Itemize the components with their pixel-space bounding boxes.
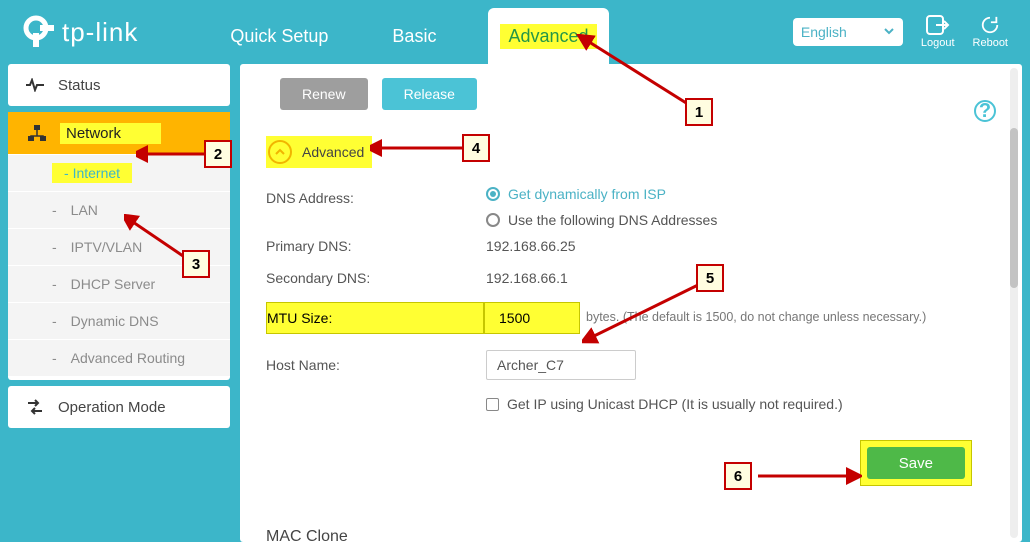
logout-icon — [926, 15, 950, 35]
toggle-label: Advanced — [302, 144, 364, 160]
field-label: Host Name: — [266, 357, 486, 373]
button-label: Save — [899, 455, 933, 472]
main-panel: ? Renew Release Advanced DNS Address: Ge… — [240, 64, 1022, 542]
reboot-icon — [979, 15, 1001, 35]
button-label: Release — [404, 86, 455, 102]
radio-dns-manual[interactable]: Use the following DNS Addresses — [486, 212, 996, 228]
tab-quick-setup[interactable]: Quick Setup — [218, 8, 340, 64]
language-value: English — [801, 24, 847, 40]
radio-label: Use the following DNS Addresses — [508, 212, 717, 228]
brand-text: tp-link — [62, 17, 138, 48]
sidebar-item-label: IPTV/VLAN — [71, 239, 143, 255]
release-button[interactable]: Release — [382, 78, 477, 110]
sidebar: Status Network - Internet - LAN - IPTV/V… — [8, 64, 230, 542]
pulse-icon — [26, 78, 44, 92]
sidebar-item-internet[interactable]: - Internet — [8, 155, 230, 191]
operation-mode-icon — [26, 399, 44, 415]
tab-basic[interactable]: Basic — [380, 8, 448, 64]
reboot-button[interactable]: Reboot — [973, 15, 1008, 49]
tab-label: Quick Setup — [230, 26, 328, 47]
collapse-up-icon — [268, 140, 292, 164]
radio-dns-dynamic[interactable]: Get dynamically from ISP — [486, 186, 996, 202]
icon-label: Reboot — [973, 37, 1008, 49]
radio-icon — [486, 187, 500, 201]
top-bar: tp-link Quick Setup Basic Advanced Engli… — [0, 0, 1030, 64]
tab-advanced[interactable]: Advanced — [488, 8, 608, 64]
radio-icon — [486, 213, 500, 227]
sidebar-item-label: Internet — [73, 165, 120, 181]
sidebar-item-dynamic-dns[interactable]: - Dynamic DNS — [8, 303, 230, 339]
chevron-down-icon — [883, 24, 895, 40]
field-value: 192.168.66.25 — [486, 238, 576, 254]
sidebar-item-label: Operation Mode — [58, 399, 166, 416]
field-label: DNS Address: — [266, 190, 486, 206]
sidebar-item-label: Network — [60, 123, 161, 144]
scrollbar[interactable] — [1010, 68, 1018, 538]
radio-label: Get dynamically from ISP — [508, 186, 666, 202]
field-note: bytes. (The default is 1500, do not chan… — [586, 310, 926, 326]
field-label: Primary DNS: — [266, 238, 486, 254]
logout-button[interactable]: Logout — [921, 15, 955, 49]
sidebar-item-label: Dynamic DNS — [71, 313, 159, 329]
hostname-input[interactable] — [486, 350, 636, 380]
renew-button[interactable]: Renew — [280, 78, 368, 110]
sidebar-item-network[interactable]: Network — [8, 112, 230, 154]
field-label: Secondary DNS: — [266, 270, 486, 286]
brand-logo: tp-link — [22, 15, 138, 49]
row-host-name: Host Name: — [266, 350, 996, 380]
mtu-input[interactable]: 1500 — [484, 302, 580, 334]
row-mtu-size: MTU Size: 1500 bytes. (The default is 15… — [266, 302, 996, 334]
top-nav: Quick Setup Basic Advanced — [218, 0, 608, 64]
scrollbar-thumb[interactable] — [1010, 128, 1018, 288]
sidebar-item-iptv-vlan[interactable]: - IPTV/VLAN — [8, 229, 230, 265]
checkbox-icon — [486, 398, 499, 411]
network-icon — [28, 125, 46, 141]
tab-label: Basic — [392, 26, 436, 47]
sidebar-item-label: DHCP Server — [71, 276, 156, 292]
icon-label: Logout — [921, 37, 955, 49]
sidebar-item-label: Advanced Routing — [71, 350, 185, 366]
help-button[interactable]: ? — [974, 100, 996, 122]
sidebar-item-advanced-routing[interactable]: - Advanced Routing — [8, 340, 230, 376]
row-primary-dns: Primary DNS: 192.168.66.25 — [266, 238, 996, 254]
language-select[interactable]: English — [793, 18, 903, 46]
sidebar-item-status[interactable]: Status — [8, 64, 230, 106]
checkbox-label: Get IP using Unicast DHCP (It is usually… — [507, 396, 843, 412]
field-value: 192.168.66.1 — [486, 270, 568, 286]
save-button[interactable]: Save — [867, 447, 965, 479]
sidebar-item-dhcp-server[interactable]: - DHCP Server — [8, 266, 230, 302]
field-label: MTU Size: — [266, 302, 484, 334]
tplink-logo-icon — [22, 15, 56, 49]
advanced-toggle[interactable]: Advanced — [266, 136, 996, 168]
sidebar-item-label: Status — [58, 77, 101, 94]
button-label: Renew — [302, 86, 346, 102]
section-mac-clone: MAC Clone — [266, 528, 996, 542]
sidebar-item-label: LAN — [71, 202, 98, 218]
row-secondary-dns: Secondary DNS: 192.168.66.1 — [266, 270, 996, 286]
sidebar-group-network: Network - Internet - LAN - IPTV/VLAN - D… — [8, 112, 230, 380]
sidebar-item-lan[interactable]: - LAN — [8, 192, 230, 228]
tab-label: Advanced — [500, 24, 596, 49]
checkbox-unicast-dhcp[interactable]: Get IP using Unicast DHCP (It is usually… — [486, 396, 996, 412]
sidebar-item-operation-mode[interactable]: Operation Mode — [8, 386, 230, 428]
